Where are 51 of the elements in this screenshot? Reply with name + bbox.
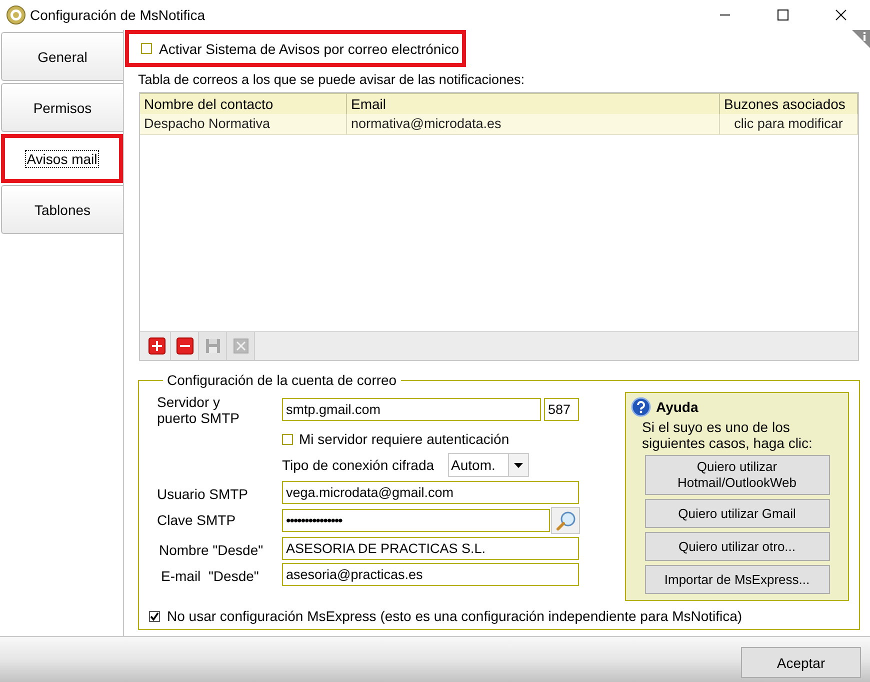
group-title: Configuración de la cuenta de correo — [166, 372, 398, 388]
close-icon — [835, 9, 847, 21]
password-field[interactable]: ••••••••••••••• — [282, 509, 550, 532]
tab[interactable]: Avisos mail — [1, 134, 123, 183]
field-label: Usuario SMTP — [157, 485, 250, 504]
magnifier-icon — [554, 510, 576, 532]
port-field[interactable]: 587 — [544, 398, 579, 420]
tab[interactable]: Tablones — [1, 185, 123, 234]
column-header: Email — [347, 93, 720, 116]
info-icon — [850, 30, 870, 48]
help-button[interactable]: Importar de MsExpress... — [644, 565, 830, 594]
field-label: Servidor y puerto SMTP — [157, 393, 240, 426]
help-button[interactable]: Quiero utilizar Hotmail/OutlookWeb — [644, 455, 830, 495]
cross-icon — [232, 337, 250, 355]
checkbox[interactable] — [149, 610, 160, 622]
input-field[interactable]: ASESORIA DE PRACTICAS S.L. — [282, 537, 579, 560]
show-password-button[interactable] — [551, 507, 580, 534]
checkbox[interactable] — [141, 43, 152, 54]
accept-button[interactable]: Aceptar — [741, 647, 861, 678]
minus-icon — [176, 337, 194, 355]
help-button[interactable]: Quiero utilizar otro... — [644, 532, 830, 561]
checkbox-label: Mi servidor requiere autenticación — [299, 431, 510, 447]
table-cell: Despacho Normativa — [140, 114, 347, 135]
checkbox-label: No usar configuración MsExpress (esto es una configuración independiente para MsNotifica) — [167, 608, 742, 624]
tab[interactable]: General — [1, 32, 123, 81]
field-label: Tipo de conexión cifrada — [282, 457, 434, 473]
table-cell[interactable]: clic para modificar — [720, 114, 858, 135]
column-header: Buzones asociados — [720, 93, 858, 116]
input-field[interactable]: vega.microdata@gmail.com — [282, 481, 579, 504]
table-cell: normativa@microdata.es — [347, 114, 720, 135]
help-text: Si el suyo es uno de los siguientes casos, haga clic: — [642, 419, 814, 451]
help-title: Ayuda — [656, 399, 698, 415]
field-label: Nombre "Desde" — [158, 541, 264, 560]
dropdown[interactable]: Autom. — [448, 453, 530, 477]
field-label: E-mail "Desde" — [160, 567, 260, 586]
help-icon — [631, 397, 651, 417]
checkbox[interactable] — [282, 434, 293, 444]
maximize-icon — [777, 9, 789, 21]
caret-down-icon — [514, 462, 524, 468]
tab[interactable]: Permisos — [1, 83, 123, 132]
input-field[interactable]: smtp.gmail.com — [282, 398, 541, 420]
plus-icon — [148, 337, 166, 355]
window-title: Configuración de MsNotifica — [30, 7, 206, 23]
app-logo-icon — [6, 5, 26, 25]
check-icon — [150, 612, 159, 620]
input-field[interactable]: asesoria@practicas.es — [282, 563, 579, 586]
help-button[interactable]: Quiero utilizar Gmail — [644, 499, 830, 528]
column-header: Nombre del contacto — [140, 93, 347, 116]
field-label: Clave SMTP — [157, 511, 237, 530]
checkbox-label: Activar Sistema de Avisos por correo electrónico — [159, 40, 460, 56]
table-caption: Tabla de correos a los que se puede avisar de las notificaciones: — [138, 72, 526, 89]
